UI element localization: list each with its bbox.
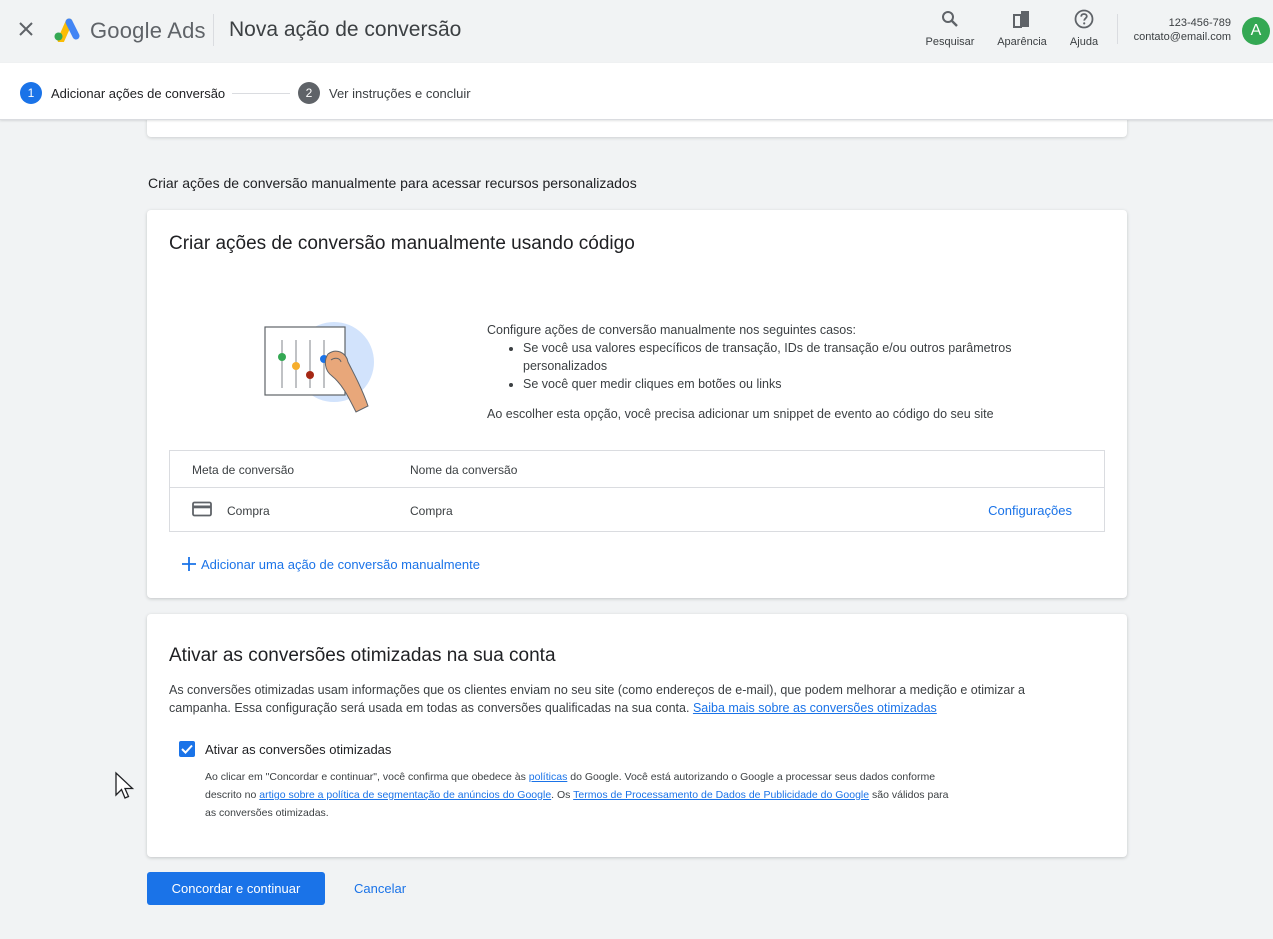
checkbox-label: Ativar as conversões otimizadas <box>205 741 392 757</box>
card-title: Criar ações de conversão manualmente usa… <box>169 233 635 254</box>
data-processing-terms-link[interactable]: Termos de Processamento de Dados de Publ… <box>573 789 869 801</box>
ad-targeting-policy-link[interactable]: artigo sobre a política de segmentação d… <box>259 789 551 801</box>
table-header: Meta de conversão Nome da conversão <box>170 451 1104 488</box>
header-divider <box>213 14 214 46</box>
settings-link[interactable]: Configurações <box>988 503 1072 518</box>
manual-conversion-card: Criar ações de conversão manualmente usa… <box>147 210 1127 598</box>
section-heading: Criar ações de conversão manualmente par… <box>148 175 637 191</box>
account-id: 123-456-789 <box>1168 17 1231 29</box>
help-button[interactable]: Ajuda <box>1054 8 1114 48</box>
enhanced-conversions-description: As conversões otimizadas usam informaçõe… <box>169 681 1089 717</box>
step-add-conversion-actions[interactable]: 1 Adicionar ações de conversão <box>20 82 225 104</box>
manual-conversion-description: Configure ações de conversão manualmente… <box>487 321 1047 423</box>
enhanced-conversions-card: Ativar as conversões otimizadas na sua c… <box>147 614 1127 857</box>
policies-link[interactable]: políticas <box>529 771 568 783</box>
appearance-button[interactable]: Aparência <box>992 8 1052 48</box>
step-label: Adicionar ações de conversão <box>51 85 226 101</box>
conversion-table: Meta de conversão Nome da conversão Comp… <box>169 450 1105 532</box>
column-header-name: Nome da conversão <box>410 463 518 477</box>
use-case-list: Se você usa valores específicos de trans… <box>523 339 1047 393</box>
card-title: Ativar as conversões otimizadas na sua c… <box>169 645 556 666</box>
appearance-icon <box>1011 8 1033 30</box>
step-connector <box>232 93 290 94</box>
plus-icon <box>181 556 197 573</box>
conversion-goal: Compra <box>227 504 270 518</box>
table-row: Compra Compra Configurações <box>170 488 1104 532</box>
snippet-note: Ao escolher esta opção, você precisa adi… <box>487 407 994 421</box>
close-icon[interactable] <box>14 17 38 41</box>
account-info[interactable]: 123-456-789 contato@email.com <box>1134 16 1231 44</box>
avatar[interactable]: A <box>1242 17 1270 45</box>
step-view-instructions[interactable]: 2 Ver instruções e concluir <box>298 82 471 104</box>
step-number: 2 <box>298 82 320 104</box>
conversion-name: Compra <box>410 504 453 518</box>
legal-text: Ao clicar em "Concordar e continuar", vo… <box>205 771 526 783</box>
account-email: contato@email.com <box>1133 31 1231 43</box>
learn-more-link[interactable]: Saiba mais sobre as conversões otimizada… <box>693 701 937 715</box>
agree-and-continue-button[interactable]: Concordar e continuar <box>147 872 325 905</box>
appearance-label: Aparência <box>997 36 1047 48</box>
page-title: Nova ação de conversão <box>229 18 462 41</box>
help-label: Ajuda <box>1069 36 1099 48</box>
help-icon <box>1073 8 1095 30</box>
brand-name: Google Ads <box>90 18 206 43</box>
credit-card-icon <box>192 501 212 520</box>
header-divider <box>1117 14 1118 44</box>
search-icon <box>939 8 961 30</box>
step-label: Ver instruções e concluir <box>329 85 471 101</box>
enable-enhanced-conversions-checkbox[interactable]: Ativar as conversões otimizadas <box>179 741 391 757</box>
add-action-label: Adicionar uma ação de conversão manualme… <box>201 557 480 572</box>
step-number: 1 <box>20 82 42 104</box>
conversion-setup-illustration <box>264 322 374 413</box>
stepper: 1 Adicionar ações de conversão 2 Ver ins… <box>0 63 1273 120</box>
search-button[interactable]: Pesquisar <box>920 8 980 48</box>
use-case-item: Se você usa valores específicos de trans… <box>523 339 1047 375</box>
cancel-button[interactable]: Cancelar <box>345 872 415 905</box>
top-bar: Google Ads Nova ação de conversão Pesqui… <box>0 0 1273 63</box>
mouse-cursor-icon <box>115 771 135 799</box>
google-ads-logo-icon <box>54 18 80 42</box>
description-intro: Configure ações de conversão manualmente… <box>487 323 856 337</box>
legal-text: . Os <box>551 789 571 801</box>
add-manual-conversion-button[interactable]: Adicionar uma ação de conversão manualme… <box>181 556 480 573</box>
search-label: Pesquisar <box>925 36 975 48</box>
previous-card <box>147 118 1127 137</box>
checkbox-checked-icon[interactable] <box>179 741 195 757</box>
column-header-goal: Meta de conversão <box>192 463 295 477</box>
legal-notice: Ao clicar em "Concordar e continuar", vo… <box>205 768 955 822</box>
use-case-item: Se você quer medir cliques em botões ou … <box>523 375 1047 393</box>
